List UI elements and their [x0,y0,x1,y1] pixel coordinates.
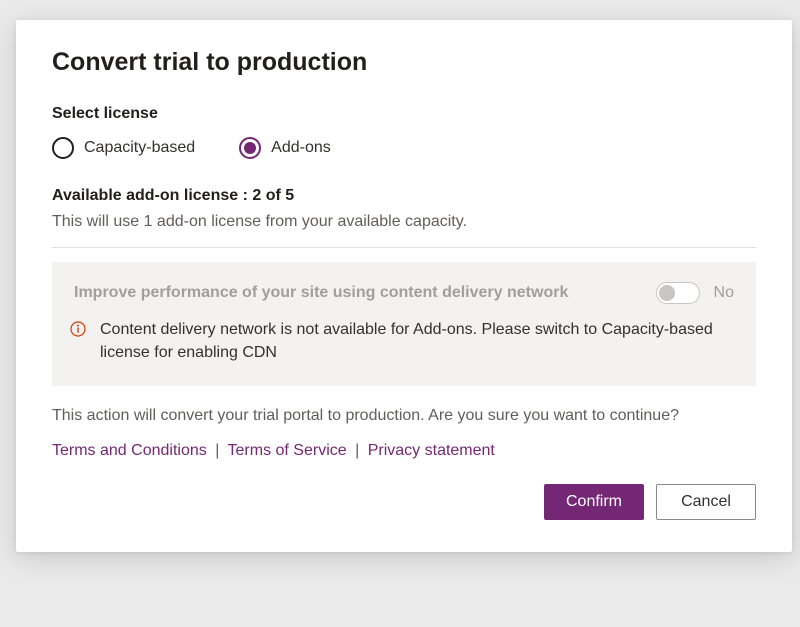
radio-addons-label: Add-ons [271,139,331,157]
radio-addons[interactable]: Add-ons [239,137,331,159]
radio-capacity-based[interactable]: Capacity-based [52,137,195,159]
cdn-toggle-wrap: No [656,282,734,304]
convert-trial-dialog: Convert trial to production Select licen… [16,20,792,552]
radio-checked-icon [239,137,261,159]
dialog-title: Convert trial to production [52,48,756,77]
divider [52,247,756,248]
toggle-knob-icon [659,285,675,301]
legal-links-row: Terms and Conditions | Terms of Service … [52,442,756,460]
cdn-notice-box: Improve performance of your site using c… [52,262,756,386]
confirmation-text: This action will convert your trial port… [52,404,756,427]
cdn-header-text: Improve performance of your site using c… [74,284,642,302]
radio-capacity-label: Capacity-based [84,139,195,157]
link-separator: | [355,442,359,459]
cdn-toggle[interactable] [656,282,700,304]
privacy-statement-link[interactable]: Privacy statement [368,442,495,459]
cdn-notice-body: Content delivery network is not availabl… [74,318,734,364]
cdn-notice-header: Improve performance of your site using c… [74,282,734,304]
available-license-desc: This will use 1 add-on license from your… [52,213,756,231]
cdn-notice-text: Content delivery network is not availabl… [100,318,734,364]
terms-and-conditions-link[interactable]: Terms and Conditions [52,442,207,459]
link-separator: | [215,442,219,459]
select-license-label: Select license [52,105,756,123]
radio-dot [244,142,256,154]
info-icon [70,321,86,337]
radio-unchecked-icon [52,137,74,159]
dialog-button-row: Confirm Cancel [52,484,756,520]
confirm-button[interactable]: Confirm [544,484,644,520]
cancel-button[interactable]: Cancel [656,484,756,520]
cdn-toggle-label: No [714,284,734,302]
available-license-title: Available add-on license : 2 of 5 [52,187,756,205]
terms-of-service-link[interactable]: Terms of Service [228,442,347,459]
license-radio-group: Capacity-based Add-ons [52,137,756,159]
